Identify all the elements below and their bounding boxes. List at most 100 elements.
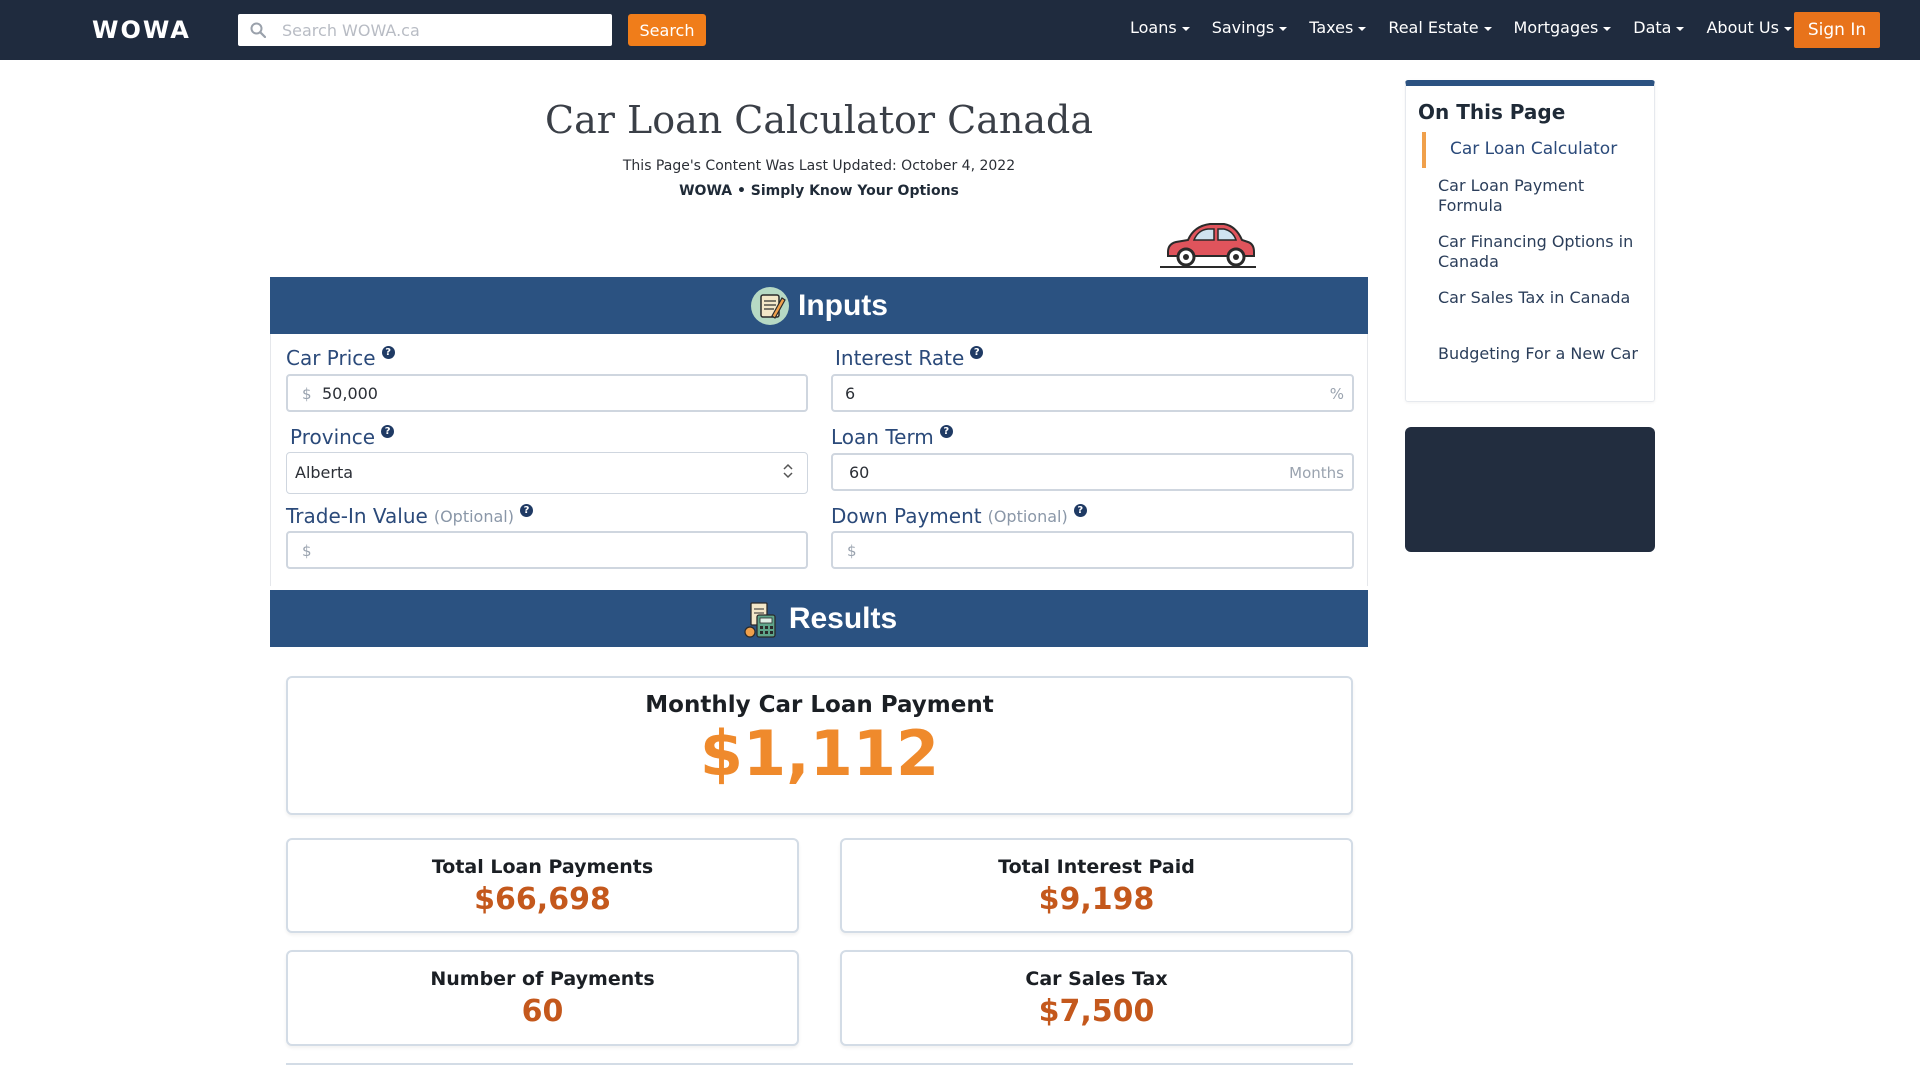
inputs-panel: Car Price ? $ 50,000 Interest Rate ? 6 %… xyxy=(270,334,1368,586)
caret-down-icon xyxy=(1676,27,1685,31)
caret-down-icon xyxy=(1783,27,1792,31)
results-calculator-icon xyxy=(744,601,776,638)
help-icon[interactable]: ? xyxy=(519,503,533,517)
dollar-prefix: $ xyxy=(302,385,312,403)
dollar-prefix: $ xyxy=(847,542,857,560)
caret-down-icon xyxy=(1603,27,1612,31)
nav-loans[interactable]: Loans xyxy=(1130,18,1190,37)
interest-rate-field[interactable]: 6 % xyxy=(831,374,1354,412)
months-suffix: Months xyxy=(1289,464,1344,482)
loan-term-label-text: Loan Term xyxy=(831,425,934,449)
trade-in-field[interactable]: $ xyxy=(286,531,808,569)
page-title: Car Loan Calculator Canada xyxy=(545,98,1093,142)
number-of-payments-card: Number of Payments 60 xyxy=(286,950,799,1046)
total-loan-payments-card: Total Loan Payments $66,698 xyxy=(286,838,799,933)
wowa-logo[interactable]: WOWA xyxy=(92,16,191,44)
toc-item-budgeting[interactable]: Budgeting For a New Car xyxy=(1438,344,1638,364)
toc-active-indicator xyxy=(1422,132,1426,168)
nav-taxes[interactable]: Taxes xyxy=(1309,18,1367,37)
ad-placeholder[interactable] xyxy=(1405,427,1655,552)
interest-rate-label: Interest Rate ? xyxy=(835,345,984,370)
car-price-label: Car Price ? xyxy=(286,345,395,370)
total-interest-value: $9,198 xyxy=(1038,882,1155,917)
inputs-section-title: Inputs xyxy=(798,288,888,322)
percent-suffix: % xyxy=(1329,385,1344,403)
toc-item-sales-tax[interactable]: Car Sales Tax in Canada xyxy=(1438,288,1638,308)
loan-term-label: Loan Term ? xyxy=(831,424,953,449)
car-sales-tax-card: Car Sales Tax $7,500 xyxy=(840,950,1353,1046)
main-nav: Loans Savings Taxes Real Estate Mortgage… xyxy=(1130,18,1814,37)
caret-down-icon xyxy=(1279,27,1288,31)
caret-down-icon xyxy=(1358,27,1367,31)
nav-taxes-label: Taxes xyxy=(1309,18,1354,37)
toc-item-car-loan-calculator[interactable]: Car Loan Calculator xyxy=(1450,139,1650,159)
divider xyxy=(286,1063,1353,1065)
select-arrows-icon xyxy=(783,463,793,479)
search-input[interactable] xyxy=(282,14,602,46)
nav-data[interactable]: Data xyxy=(1633,18,1685,37)
top-navbar: WOWA Search Loans Savings Taxes Real Est… xyxy=(0,0,1920,60)
help-icon[interactable]: ? xyxy=(381,424,395,438)
results-section-title: Results xyxy=(788,601,898,635)
toc-title: On This Page xyxy=(1418,100,1566,124)
trade-in-label-text: Trade-In Value xyxy=(286,504,428,528)
province-value: Alberta xyxy=(295,463,354,482)
interest-rate-value: 6 xyxy=(845,384,856,403)
help-icon[interactable]: ? xyxy=(381,345,395,359)
inputs-section-header: Inputs xyxy=(270,277,1368,334)
province-label: Province ? xyxy=(290,424,395,449)
number-of-payments-value: 60 xyxy=(521,994,564,1029)
car-price-field[interactable]: $ 50,000 xyxy=(286,374,808,412)
search-box xyxy=(238,14,612,46)
help-icon[interactable]: ? xyxy=(939,424,953,438)
nav-about-us-label: About Us xyxy=(1706,18,1779,37)
total-loan-payments-value: $66,698 xyxy=(474,882,611,917)
monthly-payment-label: Monthly Car Loan Payment xyxy=(645,692,994,718)
search-button[interactable]: Search xyxy=(628,14,706,46)
nav-mortgages-label: Mortgages xyxy=(1513,18,1599,37)
car-price-value: 50,000 xyxy=(322,384,378,403)
total-interest-label: Total Interest Paid xyxy=(998,856,1195,878)
province-select[interactable]: Alberta xyxy=(286,452,808,494)
nav-mortgages[interactable]: Mortgages xyxy=(1514,18,1612,37)
nav-loans-label: Loans xyxy=(1130,18,1177,37)
inputs-notepad-icon xyxy=(751,286,789,325)
nav-savings-label: Savings xyxy=(1211,18,1275,37)
toc-item-payment-formula[interactable]: Car Loan Payment Formula xyxy=(1438,176,1638,216)
tagline: WOWA • Simply Know Your Options xyxy=(679,183,959,199)
down-payment-label-text: Down Payment xyxy=(831,504,982,528)
search-icon xyxy=(250,22,266,38)
nav-real-estate-label: Real Estate xyxy=(1388,18,1479,37)
dollar-prefix: $ xyxy=(302,542,312,560)
help-icon[interactable]: ? xyxy=(970,345,984,359)
down-payment-field[interactable]: $ xyxy=(831,531,1354,569)
province-label-text: Province xyxy=(290,425,376,449)
help-icon[interactable]: ? xyxy=(1073,503,1087,517)
down-payment-label: Down Payment (Optional) ? xyxy=(831,503,1087,528)
table-of-contents: On This Page Car Loan Calculator Car Loa… xyxy=(1405,80,1655,402)
nav-real-estate[interactable]: Real Estate xyxy=(1388,18,1492,37)
last-updated-text: This Page's Content Was Last Updated: Oc… xyxy=(622,158,1016,174)
number-of-payments-label: Number of Payments xyxy=(430,968,655,990)
nav-savings[interactable]: Savings xyxy=(1212,18,1288,37)
total-loan-payments-label: Total Loan Payments xyxy=(431,856,654,878)
monthly-payment-card: Monthly Car Loan Payment $1,112 xyxy=(286,676,1353,815)
loan-term-field[interactable]: 60 Months xyxy=(831,453,1354,491)
monthly-payment-value: $1,112 xyxy=(699,717,940,790)
caret-down-icon xyxy=(1483,27,1492,31)
results-section-header: Results xyxy=(270,590,1368,647)
car-sales-tax-label: Car Sales Tax xyxy=(1025,968,1168,990)
sign-in-button[interactable]: Sign In xyxy=(1794,12,1880,48)
total-interest-card: Total Interest Paid $9,198 xyxy=(840,838,1353,933)
car-price-label-text: Car Price xyxy=(286,346,376,370)
optional-tag: (Optional) xyxy=(987,506,1068,526)
nav-data-label: Data xyxy=(1633,18,1672,37)
loan-term-value: 60 xyxy=(849,463,870,482)
trade-in-label: Trade-In Value (Optional) ? xyxy=(286,503,533,528)
optional-tag: (Optional) xyxy=(433,506,514,526)
caret-down-icon xyxy=(1181,27,1190,31)
car-sales-tax-value: $7,500 xyxy=(1038,994,1155,1029)
nav-about-us[interactable]: About Us xyxy=(1706,18,1792,37)
toc-item-financing-options[interactable]: Car Financing Options in Canada xyxy=(1438,232,1638,272)
car-illustration-icon xyxy=(1160,223,1256,268)
